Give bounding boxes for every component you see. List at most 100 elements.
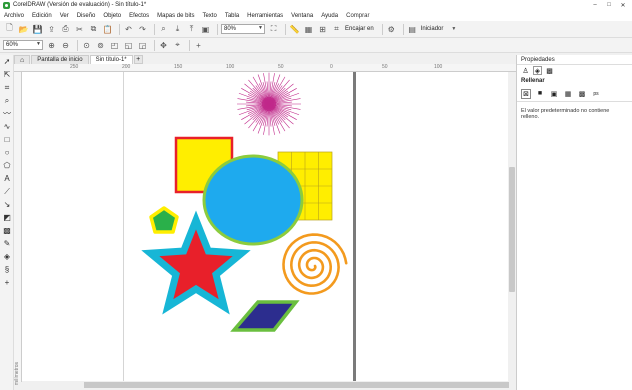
artistic-media-tool-icon[interactable]: ∿ — [0, 120, 14, 133]
menu-ayuda[interactable]: Ayuda — [321, 13, 338, 19]
menu-diseno[interactable]: Diseño — [77, 13, 96, 19]
chevron-down-icon[interactable]: ▼ — [448, 24, 459, 35]
application-launcher-icon[interactable]: ▤ — [407, 24, 418, 35]
zoom-one-shot-icon[interactable]: ⌖ — [172, 40, 183, 51]
save-icon[interactable]: 💾 — [32, 24, 43, 35]
paste-icon[interactable]: 📋 — [102, 24, 113, 35]
menu-mapas-de-bits[interactable]: Mapas de bits — [157, 13, 194, 19]
vertical-ruler[interactable]: milímetros — [14, 72, 22, 385]
show-guidelines-icon[interactable]: ⊞ — [317, 24, 328, 35]
orange-spiral-shape[interactable] — [282, 233, 348, 295]
blue-ellipse-shape[interactable] — [202, 154, 304, 246]
crop-tool-icon[interactable]: ⌗ — [0, 81, 14, 94]
open-folder-icon[interactable]: 📂 — [18, 24, 29, 35]
starburst-shape[interactable] — [237, 72, 301, 136]
zoom-out-icon[interactable]: ⊖ — [60, 40, 71, 51]
zoom-level-combo[interactable]: 80% ▼ — [221, 24, 265, 34]
text-tool-icon[interactable]: A — [0, 172, 14, 185]
pick-tool-icon[interactable]: ➚ — [0, 55, 14, 68]
snap-to-dropdown[interactable]: Encajar en — [345, 26, 374, 32]
menu-texto[interactable]: Texto — [202, 13, 216, 19]
fountain-fill-icon[interactable]: ▣ — [549, 89, 559, 99]
interactive-fill-tool-icon[interactable]: ◈ — [0, 250, 14, 263]
freehand-tool-icon[interactable]: 〰 — [0, 107, 14, 120]
horizontal-scroll-thumb[interactable] — [84, 382, 509, 388]
drawing-canvas[interactable] — [22, 72, 508, 382]
transparency-icon[interactable]: ▩ — [545, 66, 554, 75]
uniform-fill-icon[interactable]: ■ — [535, 89, 545, 99]
zoom-tool-icon[interactable]: ⌕ — [0, 94, 14, 107]
print-icon[interactable]: ⎙ — [60, 24, 71, 35]
menu-efectos[interactable]: Efectos — [129, 13, 149, 19]
fill-bucket-icon[interactable]: ◈ — [533, 66, 542, 75]
options-gear-icon[interactable]: ⚙ — [386, 24, 397, 35]
add-tool-icon[interactable]: + — [0, 276, 14, 289]
full-screen-icon[interactable]: ⛶ — [268, 24, 279, 35]
ellipse-tool-icon[interactable]: ○ — [0, 146, 14, 159]
blue-parallelogram-shape[interactable] — [230, 300, 300, 332]
rectangle-tool-icon[interactable]: □ — [0, 133, 14, 146]
eyedropper-tool-icon[interactable]: ✎ — [0, 237, 14, 250]
zoom-page-icon[interactable]: ◰ — [109, 40, 120, 51]
upload-cloud-icon[interactable]: ⇪ — [46, 24, 57, 35]
menu-objeto[interactable]: Objeto — [103, 13, 121, 19]
minimize-button[interactable]: – — [588, 0, 602, 10]
redo-icon[interactable]: ↷ — [137, 24, 148, 35]
cut-icon[interactable]: ✂ — [74, 24, 85, 35]
vertical-scroll-thumb[interactable] — [509, 167, 515, 292]
menu-comprar[interactable]: Comprar — [346, 13, 369, 19]
horizontal-ruler[interactable]: 250 200 150 100 50 0 50 100 — [14, 64, 516, 72]
import-icon[interactable]: ⤓ — [172, 24, 183, 35]
tab-pantalla-de-inicio[interactable]: Pantalla de inicio — [31, 55, 89, 64]
zoom-page-height-icon[interactable]: ◲ — [137, 40, 148, 51]
show-grid-icon[interactable]: ▦ — [303, 24, 314, 35]
pan-hand-icon[interactable]: ✥ — [158, 40, 169, 51]
snap-icon[interactable]: ⌗ — [331, 24, 342, 35]
menu-ventana[interactable]: Ventana — [291, 13, 313, 19]
menu-herramientas[interactable]: Herramientas — [247, 13, 283, 19]
menu-ver[interactable]: Ver — [60, 13, 69, 19]
parallel-dimension-tool-icon[interactable]: ⟋ — [0, 185, 14, 198]
add-tab-button[interactable]: + — [133, 55, 143, 64]
zoom-all-objects-icon[interactable]: ⊚ — [95, 40, 106, 51]
texture-fill-icon[interactable]: ▩ — [577, 89, 587, 99]
shape-tool-icon[interactable]: ⇱ — [0, 68, 14, 81]
zoom-selected-icon[interactable]: ⊙ — [81, 40, 92, 51]
maximize-button[interactable]: □ — [602, 0, 616, 10]
outline-pen-icon[interactable]: ♙ — [521, 66, 530, 75]
ruler-mark: 200 — [122, 64, 131, 70]
zoom-combo[interactable]: 60% ▼ — [3, 40, 43, 50]
polygon-tool-icon[interactable]: ⬠ — [0, 159, 14, 172]
menu-edicion[interactable]: Edición — [32, 13, 52, 19]
show-rulers-icon[interactable]: 📏 — [289, 24, 300, 35]
no-fill-icon[interactable]: ⊠ — [521, 88, 531, 99]
drop-shadow-tool-icon[interactable]: ◩ — [0, 211, 14, 224]
search-content-icon[interactable]: ⌕ — [158, 24, 169, 35]
copy-icon[interactable]: ⧉ — [88, 24, 99, 35]
add-plus-icon[interactable]: + — [193, 40, 204, 51]
close-button[interactable]: ✕ — [616, 0, 630, 10]
transparency-tool-icon[interactable]: ▩ — [0, 224, 14, 237]
tab-home-icon-wrap[interactable]: ⌂ — [14, 55, 31, 64]
publish-pdf-icon[interactable]: ▣ — [200, 24, 211, 35]
undo-icon[interactable]: ↶ — [123, 24, 134, 35]
export-icon[interactable]: ⤒ — [186, 24, 197, 35]
green-pentagon-shape[interactable] — [149, 206, 179, 234]
zoom-page-width-icon[interactable]: ◱ — [123, 40, 134, 51]
application-launcher-label[interactable]: Iniciador — [421, 26, 444, 32]
zoom-in-icon[interactable]: ⊕ — [46, 40, 57, 51]
docker-title: Propiedades — [517, 55, 632, 65]
postscript-fill-icon[interactable]: ps — [591, 89, 601, 99]
menu-archivo[interactable]: Archivo — [4, 13, 24, 19]
zoom-value: 60% — [6, 42, 19, 48]
pattern-fill-icon[interactable]: ▦ — [563, 89, 573, 99]
window-controls: – □ ✕ — [588, 0, 630, 10]
vertical-scrollbar[interactable] — [508, 72, 516, 382]
menu-tabla[interactable]: Tabla — [225, 13, 239, 19]
smart-fill-tool-icon[interactable]: § — [0, 263, 14, 276]
horizontal-scrollbar[interactable] — [22, 381, 516, 390]
tab-sin-titulo[interactable]: Sin título-1* — [89, 55, 133, 64]
connector-tool-icon[interactable]: ↘ — [0, 198, 14, 211]
toolbox: ➚ ⇱ ⌗ ⌕ 〰 ∿ □ ○ ⬠ A ⟋ ↘ ◩ ▩ ✎ ◈ § + — [0, 55, 14, 390]
new-document-icon[interactable]: 🗋 — [4, 23, 15, 35]
